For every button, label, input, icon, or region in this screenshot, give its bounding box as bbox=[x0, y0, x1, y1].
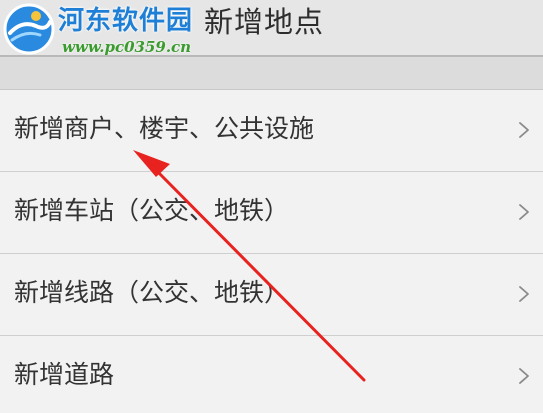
watermark-url: www.pc0359.cn bbox=[62, 38, 192, 56]
list-item-label: 新增线路（公交、地铁） bbox=[14, 278, 290, 307]
list-item-add-poi[interactable]: 新增商户、楼宇、公共设施 bbox=[0, 90, 543, 172]
list-item-add-road[interactable]: 新增道路 bbox=[0, 336, 543, 413]
list-item-label: 新增车站（公交、地铁） bbox=[14, 196, 290, 225]
chevron-right-icon bbox=[519, 204, 529, 220]
chevron-right-icon bbox=[519, 286, 529, 302]
app-screen: 新增地点 河东软件园 www.pc0359.cn 新增商户、楼宇、公共设施 新增… bbox=[0, 0, 543, 413]
watermark-logo-icon bbox=[3, 3, 55, 55]
list-item-add-line[interactable]: 新增线路（公交、地铁） bbox=[0, 254, 543, 336]
chevron-right-icon bbox=[519, 122, 529, 138]
watermark: 河东软件园 www.pc0359.cn bbox=[0, 0, 200, 62]
option-list: 新增商户、楼宇、公共设施 新增车站（公交、地铁） 新增线路（公交、地铁） 新增道… bbox=[0, 90, 543, 413]
chevron-right-icon bbox=[519, 368, 529, 384]
page-title: 新增地点 bbox=[204, 5, 325, 39]
list-item-add-station[interactable]: 新增车站（公交、地铁） bbox=[0, 172, 543, 254]
list-item-label: 新增道路 bbox=[14, 360, 115, 389]
watermark-name: 河东软件园 bbox=[58, 6, 194, 36]
list-item-label: 新增商户、楼宇、公共设施 bbox=[14, 114, 315, 143]
section-gap bbox=[0, 57, 543, 90]
